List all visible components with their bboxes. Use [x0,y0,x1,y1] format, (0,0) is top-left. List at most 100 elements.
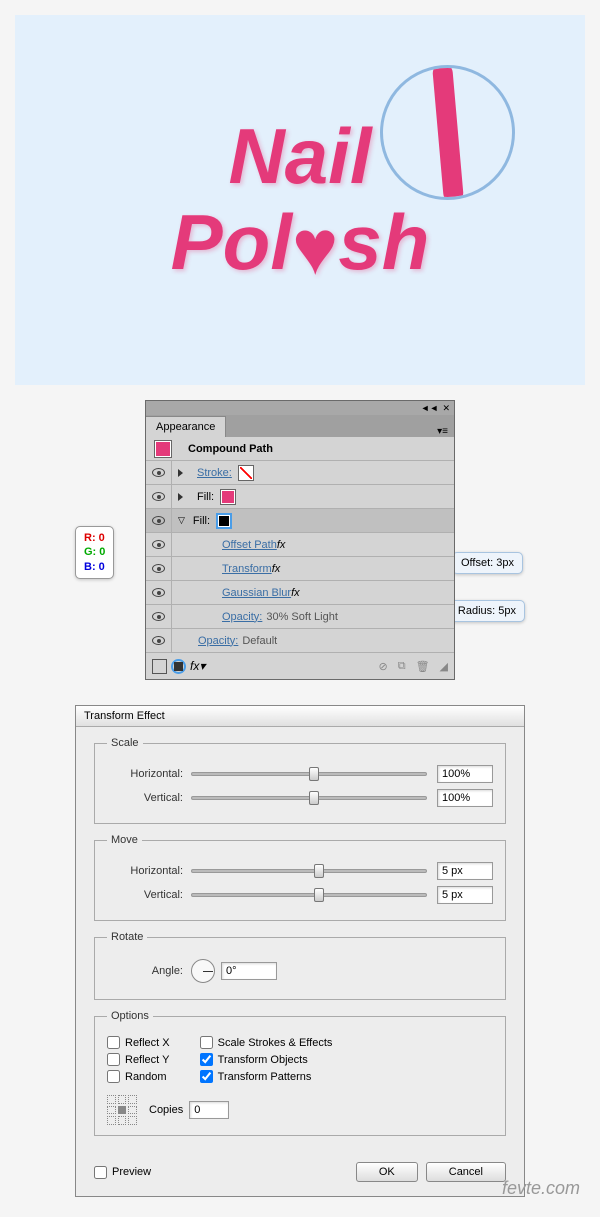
scale-v-input[interactable] [437,789,493,807]
visibility-icon[interactable] [152,588,165,597]
clear-icon[interactable]: ⊘ [378,660,387,673]
fill-row-2[interactable]: ▽ Fill: [146,509,454,533]
close-icon[interactable]: ✕ [442,403,450,414]
move-h-input[interactable] [437,862,493,880]
panel-menu-icon[interactable]: ▾≡ [437,426,448,437]
preview-label: Preview [112,1166,151,1178]
options-legend: Options [107,1010,153,1022]
no-fill-icon[interactable] [152,659,167,674]
duplicate-icon[interactable]: ⧉ [398,660,406,673]
transform-effect-dialog: Transform Effect Scale Horizontal: Verti… [75,705,525,1197]
expand-icon[interactable] [178,493,183,501]
random-checkbox[interactable] [107,1070,120,1083]
opacity-value-1: 30% Soft Light [266,611,338,623]
angle-label: Angle: [107,965,183,977]
scale-strokes-label: Scale Strokes & Effects [218,1037,333,1049]
expand-icon[interactable] [178,469,183,477]
fill-swatch-pink[interactable] [220,489,236,505]
visibility-icon[interactable] [152,516,165,525]
collapse-tri-icon[interactable]: ▽ [178,515,185,526]
transform-objects-checkbox[interactable] [200,1053,213,1066]
artwork-preview: Nail Pol♥sh [15,15,585,385]
move-v-slider[interactable] [191,893,427,897]
anchor-reference[interactable] [107,1095,137,1125]
move-v-input[interactable] [437,886,493,904]
opacity-link-1[interactable]: Opacity: [222,611,262,623]
collapse-icon[interactable]: ◄◄ [421,403,439,413]
reflect-y-checkbox[interactable] [107,1053,120,1066]
move-h-slider[interactable] [191,869,427,873]
dialog-title: Transform Effect [76,706,524,727]
rgb-g: G: 0 [84,545,105,559]
radius-callout: Radius: 5px [449,600,525,622]
options-fieldset: Options Reflect X Reflect Y Random Scale… [94,1010,506,1136]
scale-fieldset: Scale Horizontal: Vertical: [94,737,506,824]
transform-patterns-checkbox[interactable] [200,1070,213,1083]
offset-path-link[interactable]: Offset Path [222,539,277,551]
appearance-tab[interactable]: Appearance [146,416,226,437]
transform-link[interactable]: Transform [222,563,272,575]
heart-glyph: ♥ [292,203,338,291]
stroke-link[interactable]: Stroke: [197,467,232,479]
trash-icon[interactable]: 🗑 [416,660,430,673]
transform-row[interactable]: Transform fx [146,557,454,581]
main-opacity-row[interactable]: Opacity: Default [146,629,454,653]
fill-row-1[interactable]: Fill: [146,485,454,509]
panel-footer: fx▾ ⊘ ⧉ 🗑 ◢ [146,653,454,679]
resize-icon[interactable]: ◢ [440,660,448,673]
reflect-y-label: Reflect Y [125,1054,169,1066]
reflect-x-label: Reflect X [125,1037,170,1049]
scale-strokes-checkbox[interactable] [200,1036,213,1049]
transform-objects-label: Transform Objects [218,1054,308,1066]
cancel-button[interactable]: Cancel [426,1162,506,1182]
compound-path-label: Compound Path [188,443,273,455]
gaussian-link[interactable]: Gaussian Blur [222,587,291,599]
offset-path-row[interactable]: Offset Path fx [146,533,454,557]
reflect-x-checkbox[interactable] [107,1036,120,1049]
visibility-icon[interactable] [152,492,165,501]
visibility-icon[interactable] [152,612,165,621]
preview-checkbox[interactable] [94,1166,107,1179]
angle-input[interactable] [221,962,277,980]
add-effect-button[interactable]: fx▾ [190,659,205,673]
scale-h-input[interactable] [437,765,493,783]
opacity-link-2[interactable]: Opacity: [198,635,238,647]
visibility-icon[interactable] [152,540,165,549]
fill-target-icon[interactable] [171,659,186,674]
visibility-icon[interactable] [152,564,165,573]
scale-h-slider[interactable] [191,772,427,776]
stroke-swatch-none[interactable] [238,465,254,481]
ok-button[interactable]: OK [356,1162,418,1182]
gaussian-row[interactable]: Gaussian Blur fx [146,581,454,605]
rotate-legend: Rotate [107,931,147,943]
scale-legend: Scale [107,737,143,749]
main-swatch[interactable] [154,440,172,458]
fill-label-1: Fill: [197,491,214,503]
tab-bar: Appearance ▾≡ [146,415,454,437]
visibility-icon[interactable] [152,636,165,645]
fill-label-2: Fill: [193,515,210,527]
text-line2a: Pol [171,198,292,286]
compound-path-row[interactable]: Compound Path [146,437,454,461]
visibility-icon[interactable] [152,468,165,477]
move-legend: Move [107,834,142,846]
move-h-label: Horizontal: [107,865,183,877]
scale-v-slider[interactable] [191,796,427,800]
text-line1: Nail [228,112,371,200]
fill-opacity-row[interactable]: Opacity: 30% Soft Light [146,605,454,629]
transform-patterns-label: Transform Patterns [218,1071,312,1083]
rgb-r: R: 0 [84,531,105,545]
move-v-label: Vertical: [107,889,183,901]
fill-swatch-black[interactable] [216,513,232,529]
magnified-stroke [431,65,463,200]
scale-v-label: Vertical: [107,792,183,804]
copies-input[interactable] [189,1101,229,1119]
angle-dial[interactable] [191,959,215,983]
opacity-value-2: Default [242,635,277,647]
copies-label: Copies [149,1104,183,1116]
scale-h-label: Horizontal: [107,768,183,780]
stroke-row[interactable]: Stroke: [146,461,454,485]
panel-top-bar: ◄◄ ✕ [146,401,454,415]
watermark: fevte.com [502,1178,580,1199]
magnifier-circle [380,65,515,200]
